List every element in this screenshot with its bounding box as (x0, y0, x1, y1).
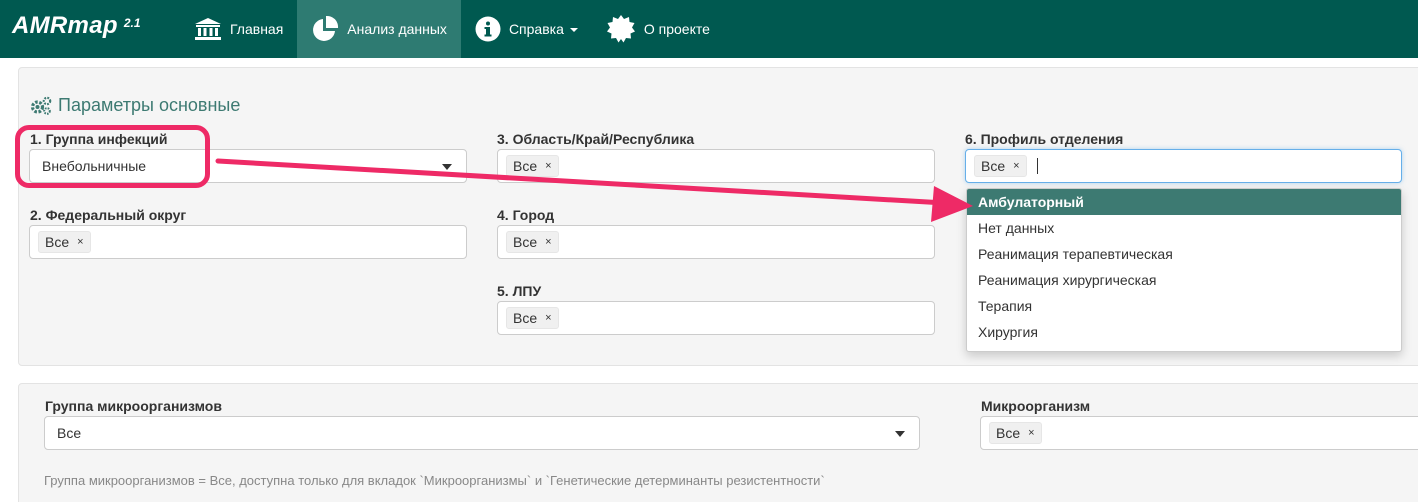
dropdown-option[interactable]: Реанимация терапевтическая (967, 241, 1401, 267)
info-circle-icon (475, 16, 501, 42)
section-title-params: Параметры основные (30, 95, 240, 116)
nav-item-data-analysis[interactable]: Анализ данных (297, 0, 461, 58)
department-profile-dropdown: Амбулаторный Нет данных Реанимация терап… (966, 188, 1402, 352)
chevron-down-icon (569, 28, 578, 32)
brand-logo[interactable]: AMRmap 2.1 (0, 0, 180, 58)
annotation-highlight-box (15, 125, 210, 188)
nav-item-about[interactable]: О проекте (592, 0, 724, 58)
lpu-select[interactable]: Все × (497, 301, 935, 335)
microorganism-select[interactable]: Все × (980, 416, 1418, 450)
dropdown-option[interactable]: Терапия (967, 293, 1401, 319)
top-navbar: AMRmap 2.1 Главная Анализ данных Справка… (0, 0, 1418, 58)
department-profile-select[interactable]: Все × (965, 149, 1402, 183)
chip-remove-icon[interactable]: × (545, 160, 551, 172)
selected-chip: Все × (974, 155, 1027, 177)
selected-chip: Все × (38, 231, 91, 253)
brand-name: AMRmap (12, 12, 118, 39)
chip-remove-icon[interactable]: × (1013, 160, 1019, 172)
selected-chip: Все × (506, 231, 559, 253)
dropdown-option[interactable]: Хирургия (967, 319, 1401, 345)
badge-icon (606, 14, 636, 44)
city-label: 4. Город (497, 207, 555, 223)
chip-label: Все (45, 234, 70, 250)
gears-icon (30, 96, 52, 116)
region-label: 3. Область/Край/Республика (497, 131, 695, 147)
chip-label: Все (513, 310, 538, 326)
micro-group-value: Все (57, 425, 82, 441)
nav-item-help[interactable]: Справка (461, 0, 592, 58)
nav-item-home[interactable]: Главная (180, 0, 297, 58)
dropdown-option[interactable]: Амбулаторный (967, 189, 1401, 215)
microorganism-label: Микроорганизм (981, 398, 1091, 414)
caret-down-icon (442, 164, 452, 170)
chip-label: Все (513, 234, 538, 250)
department-profile-label: 6. Профиль отделения (965, 131, 1124, 147)
chip-remove-icon[interactable]: × (1028, 427, 1034, 439)
caret-down-icon (895, 431, 905, 437)
nav-item-label: О проекте (643, 21, 710, 37)
micro-group-label: Группа микроорганизмов (45, 398, 222, 414)
chip-remove-icon[interactable]: × (545, 312, 551, 324)
selected-chip: Все × (506, 155, 559, 177)
federal-district-select[interactable]: Все × (29, 225, 467, 259)
text-cursor (1036, 158, 1038, 174)
nav-item-label: Анализ данных (347, 21, 447, 37)
pie-chart-icon (311, 15, 339, 43)
chip-remove-icon[interactable]: × (545, 236, 551, 248)
bank-icon (194, 17, 222, 41)
dropdown-option[interactable]: Нет данных (967, 215, 1401, 241)
selected-chip: Все × (989, 422, 1042, 444)
chip-remove-icon[interactable]: × (77, 236, 83, 248)
brand-version: 2.1 (123, 16, 141, 30)
chip-label: Все (981, 158, 1006, 174)
selected-chip: Все × (506, 307, 559, 329)
chip-label: Все (513, 158, 538, 174)
dropdown-option[interactable]: Реанимация хирургическая (967, 267, 1401, 293)
section-title-text: Параметры основные (58, 95, 241, 115)
region-select[interactable]: Все × (497, 149, 935, 183)
nav-item-label: Справка (508, 21, 564, 37)
lpu-label: 5. ЛПУ (497, 283, 542, 299)
nav-item-label: Главная (230, 21, 284, 37)
federal-district-label: 2. Федеральный округ (30, 207, 187, 223)
micro-group-select[interactable]: Все (44, 416, 920, 450)
city-select[interactable]: Все × (497, 225, 935, 259)
micro-group-note: Группа микроорганизмов = Все, доступна т… (44, 473, 825, 488)
chip-label: Все (996, 425, 1021, 441)
